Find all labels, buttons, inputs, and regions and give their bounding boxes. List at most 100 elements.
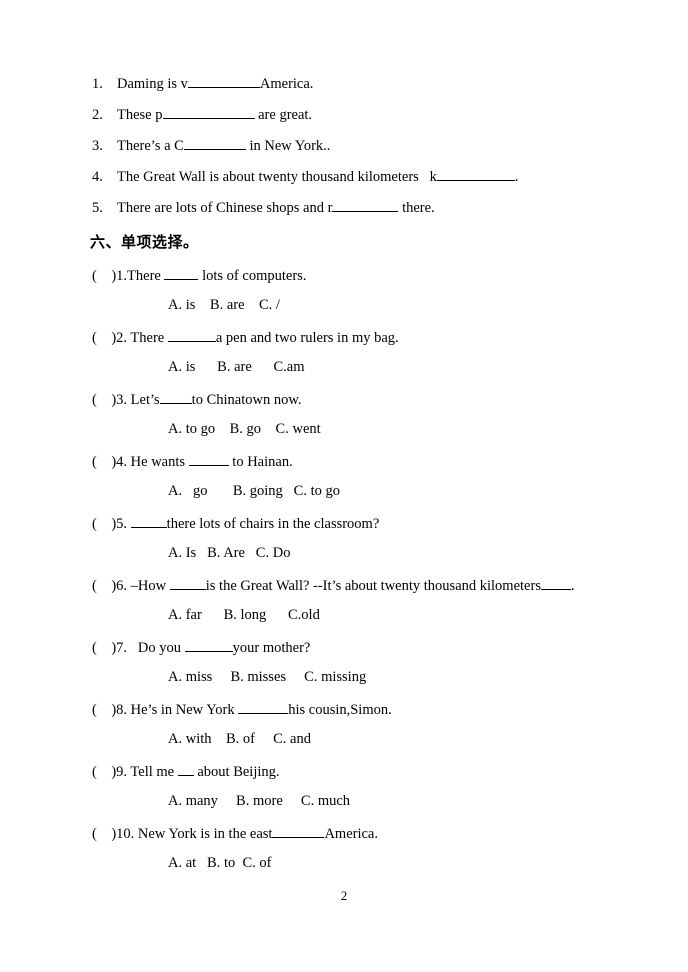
question-number: 4. <box>116 454 131 470</box>
question-number: 5. <box>116 516 131 532</box>
answer-blank[interactable] <box>130 514 167 528</box>
sentence-prefix: The Great Wall is about twenty thousand … <box>117 169 437 185</box>
sentence-suffix: your mother? <box>232 640 311 656</box>
question-stem: ( ) 6. –How is the Great Wall? --It’s abo… <box>92 576 672 595</box>
fill-in-blank-item: 5. There are lots of Chinese shops and r … <box>92 198 652 229</box>
question-text: 8. He’s in New York his cousin,Simon. <box>116 700 392 719</box>
question-stem: ( ) 4. He wants to Hainan. <box>92 452 672 471</box>
answer-blank[interactable] <box>159 390 192 404</box>
sentence-prefix: These p <box>117 107 163 123</box>
sentence-suffix: his cousin,Simon. <box>288 702 392 718</box>
question-number: 10. <box>116 826 138 842</box>
question-text: 9. Tell me about Beijing. <box>116 762 279 781</box>
multiple-choice-item: ( ) 1.There lots of computers. A. is B. ar… <box>92 266 672 328</box>
question-text: 5. there lots of chairs in the classroom… <box>116 514 379 533</box>
choice-options[interactable]: A. with B. of C. and <box>92 731 672 748</box>
fill-in-blank-item: 4. The Great Wall is about twenty thousan… <box>92 167 652 198</box>
answer-parenthesis[interactable]: ( ) <box>92 826 116 843</box>
choice-options[interactable]: A. many B. more C. much <box>92 793 672 810</box>
question-number: 6. <box>116 578 131 594</box>
choice-options[interactable]: A. is B. are C.am <box>92 359 672 376</box>
answer-blank[interactable] <box>169 576 206 590</box>
choice-options[interactable]: A. Is B. Are C. Do <box>92 545 672 562</box>
answer-blank[interactable] <box>188 452 229 466</box>
choice-options[interactable]: A. go B. going C. to go <box>92 483 672 500</box>
answer-blank[interactable] <box>436 167 515 181</box>
question-number: 8. <box>116 702 131 718</box>
answer-parenthesis[interactable]: ( ) <box>92 454 116 471</box>
sentence-prefix: There <box>127 268 165 284</box>
answer-blank[interactable] <box>332 198 399 212</box>
answer-blank[interactable] <box>272 824 325 838</box>
fill-in-blank-list: 1. Daming is v America. 2. These p are great… <box>92 74 652 229</box>
answer-blank[interactable] <box>184 638 233 652</box>
multiple-choice-item: ( ) 3. Let’s to Chinatown now. A. to go B. … <box>92 390 672 452</box>
answer-parenthesis[interactable]: ( ) <box>92 392 116 409</box>
answer-blank[interactable] <box>540 576 571 590</box>
sentence-suffix: to Chinatown now. <box>191 392 302 408</box>
question-text: 4. He wants to Hainan. <box>116 452 293 471</box>
answer-blank[interactable] <box>162 105 255 119</box>
answer-parenthesis[interactable]: ( ) <box>92 516 116 533</box>
answer-parenthesis[interactable]: ( ) <box>92 640 116 657</box>
question-number: 9. <box>116 764 131 780</box>
multiple-choice-item: ( ) 8. He’s in New York his cousin,Simon.… <box>92 700 672 762</box>
item-number: 4. <box>92 169 103 185</box>
question-stem: ( ) 10. New York is in the east America. <box>92 824 672 843</box>
answer-parenthesis[interactable]: ( ) <box>92 330 116 347</box>
sentence-prefix: There’s a C <box>117 138 184 154</box>
answer-blank[interactable] <box>183 136 246 150</box>
multiple-choice-item: ( ) 2. There a pen and two rulers in my b… <box>92 328 672 390</box>
item-number: 5. <box>92 200 103 216</box>
sentence-prefix: New York is in the east <box>137 826 273 842</box>
answer-parenthesis[interactable]: ( ) <box>92 764 116 781</box>
choice-options[interactable]: A. miss B. misses C. missing <box>92 669 672 686</box>
item-number: 3. <box>92 138 103 154</box>
worksheet-page: 1. Daming is v America. 2. These p are great… <box>0 0 688 972</box>
sentence-suffix: there lots of chairs in the classroom? <box>166 516 380 532</box>
sentence-suffix: America. <box>259 76 314 92</box>
answer-parenthesis[interactable]: ( ) <box>92 578 116 595</box>
multiple-choice-item: ( ) 7. Do you your mother? A. miss B. miss… <box>92 638 672 700</box>
item-text: There’s a C in New York.. <box>117 136 330 154</box>
question-stem: ( ) 3. Let’s to Chinatown now. <box>92 390 672 409</box>
fill-in-blank-item: 2. These p are great. <box>92 105 652 136</box>
multiple-choice-item: ( ) 9. Tell me about Beijing. A. many B. m… <box>92 762 672 824</box>
choice-options[interactable]: A. to go B. go C. went <box>92 421 672 438</box>
item-text: These p are great. <box>117 105 312 123</box>
question-stem: ( ) 1.There lots of computers. <box>92 266 672 285</box>
sentence-prefix: Do you <box>134 640 185 656</box>
question-stem: ( ) 9. Tell me about Beijing. <box>92 762 672 781</box>
sentence-prefix: Let’s <box>130 392 160 408</box>
sentence-suffix: to Hainan. <box>228 454 293 470</box>
sentence-prefix: Tell me <box>130 764 178 780</box>
answer-blank[interactable] <box>167 328 216 342</box>
question-stem: ( ) 2. There a pen and two rulers in my b… <box>92 328 672 347</box>
choice-options[interactable]: A. at B. to C. of <box>92 855 672 872</box>
answer-blank[interactable] <box>164 266 199 280</box>
question-text: 10. New York is in the east America. <box>116 824 378 843</box>
question-text: 2. There a pen and two rulers in my bag. <box>116 328 399 347</box>
choice-options[interactable]: A. far B. long C.old <box>92 607 672 624</box>
choice-options[interactable]: A. is B. are C. / <box>92 297 672 314</box>
answer-parenthesis[interactable]: ( ) <box>92 268 116 285</box>
question-text: 7. Do you your mother? <box>116 638 310 657</box>
answer-blank[interactable] <box>187 74 260 88</box>
question-stem: ( ) 7. Do you your mother? <box>92 638 672 657</box>
question-number: 1. <box>116 268 128 284</box>
item-number: 1. <box>92 76 103 92</box>
item-text: Daming is v America. <box>117 74 313 92</box>
answer-blank[interactable] <box>177 762 194 776</box>
sentence-prefix: –How <box>130 578 170 594</box>
sentence-suffix: in New York.. <box>245 138 331 154</box>
answer-parenthesis[interactable]: ( ) <box>92 702 116 719</box>
question-text: 3. Let’s to Chinatown now. <box>116 390 301 409</box>
answer-blank[interactable] <box>238 700 289 714</box>
sentence-prefix: Daming is v <box>117 76 188 92</box>
question-stem: ( ) 8. He’s in New York his cousin,Simon. <box>92 700 672 719</box>
question-number: 2. <box>116 330 131 346</box>
sentence-suffix: . <box>514 169 519 185</box>
sentence-suffix: a pen and two rulers in my bag. <box>215 330 399 346</box>
multiple-choice-item: ( ) 4. He wants to Hainan. A. go B. going … <box>92 452 672 514</box>
sentence-prefix: There <box>130 330 168 346</box>
